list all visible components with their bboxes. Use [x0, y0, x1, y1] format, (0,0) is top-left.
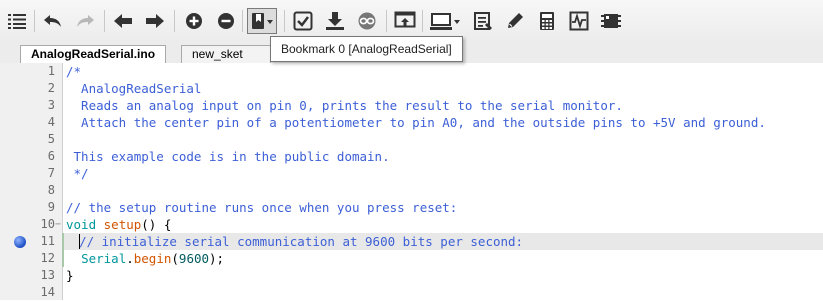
toolbar-separator [104, 10, 105, 32]
toolbar-separator [242, 10, 243, 32]
code-line[interactable] [66, 284, 823, 301]
tab-new-sketch[interactable]: new_sket [181, 45, 271, 63]
code-line[interactable]: /* [66, 63, 823, 80]
tooltip-text: Bookmark 0 [AnalogReadSerial] [281, 42, 452, 56]
code-line[interactable]: */ [66, 165, 823, 182]
code-line[interactable]: // the setup routine runs once when you … [66, 199, 823, 216]
toolbar-separator [174, 10, 175, 32]
code-line[interactable]: Attach the center pin of a potentiometer… [66, 114, 823, 131]
arrow-right-icon[interactable] [144, 10, 166, 32]
toolbar-separator [422, 10, 423, 32]
line-number[interactable]: 6 [0, 148, 55, 165]
line-number[interactable]: 2 [0, 80, 55, 97]
chip-icon[interactable] [600, 10, 622, 32]
code-line[interactable]: Serial.begin(9600); [66, 250, 823, 267]
code-line[interactable]: void setup() { [66, 216, 823, 233]
line-number[interactable]: 10 [0, 216, 55, 233]
line-number[interactable]: 7 [0, 165, 55, 182]
plus-circle-icon[interactable] [183, 10, 205, 32]
verify-icon[interactable] [292, 10, 314, 32]
line-number[interactable]: 1 [0, 63, 55, 80]
board-icon[interactable] [430, 10, 462, 32]
menu-icon[interactable] [6, 10, 28, 32]
waveform-icon[interactable] [568, 10, 590, 32]
redo-icon[interactable] [74, 10, 96, 32]
code-line[interactable]: AnalogReadSerial [66, 80, 823, 97]
fold-region-bar [62, 233, 64, 267]
line-number[interactable]: 11 [0, 233, 55, 250]
upload-icon[interactable] [324, 10, 346, 32]
code-line[interactable] [66, 182, 823, 199]
tab-analogreadserial[interactable]: AnalogReadSerial.ino [20, 45, 167, 64]
arduino-icon[interactable] [356, 10, 378, 32]
line-number[interactable]: 3 [0, 97, 55, 114]
line-number[interactable]: 8 [0, 182, 55, 199]
serial-monitor-icon[interactable] [394, 10, 416, 32]
bookmark-marker-icon[interactable] [14, 235, 26, 248]
tab-label: AnalogReadSerial.ino [31, 47, 156, 61]
pencil-icon[interactable] [504, 10, 526, 32]
line-number[interactable]: 5 [0, 131, 55, 148]
toolbar-separator [284, 10, 285, 32]
line-number[interactable]: 12 [0, 250, 55, 267]
line-number[interactable]: 4 [0, 114, 55, 131]
line-number[interactable]: 14 [0, 284, 55, 301]
tab-label: new_sket [192, 47, 243, 61]
toolbar-separator [386, 10, 387, 32]
calculator-icon[interactable] [536, 10, 558, 32]
document-list-icon[interactable] [472, 10, 494, 32]
code-line[interactable]: // initialize serial communication at 96… [64, 233, 823, 250]
arrow-left-icon[interactable] [112, 10, 134, 32]
code-editor[interactable]: 1 2 3 4 5 6 7 8 9 10−11 12 13 14 /* AnalogReadSerial… [0, 63, 823, 300]
minus-circle-icon[interactable] [215, 10, 237, 32]
line-number-gutter[interactable]: 1 2 3 4 5 6 7 8 9 10−11 12 13 14 [0, 63, 63, 300]
bookmark-tooltip: Bookmark 0 [AnalogReadSerial] [270, 36, 463, 62]
code-line[interactable]: } [66, 267, 823, 284]
code-line[interactable]: This example code is in the public domai… [66, 148, 823, 165]
fold-toggle-icon[interactable]: − [55, 216, 62, 233]
line-number[interactable]: 9 [0, 199, 55, 216]
toolbar-separator [34, 10, 35, 32]
code-line[interactable]: Reads an analog input on pin 0, prints t… [66, 97, 823, 114]
code-line[interactable] [66, 131, 823, 148]
line-number[interactable]: 13 [0, 267, 55, 284]
undo-icon[interactable] [42, 10, 64, 32]
bookmark-icon[interactable] [247, 8, 277, 34]
